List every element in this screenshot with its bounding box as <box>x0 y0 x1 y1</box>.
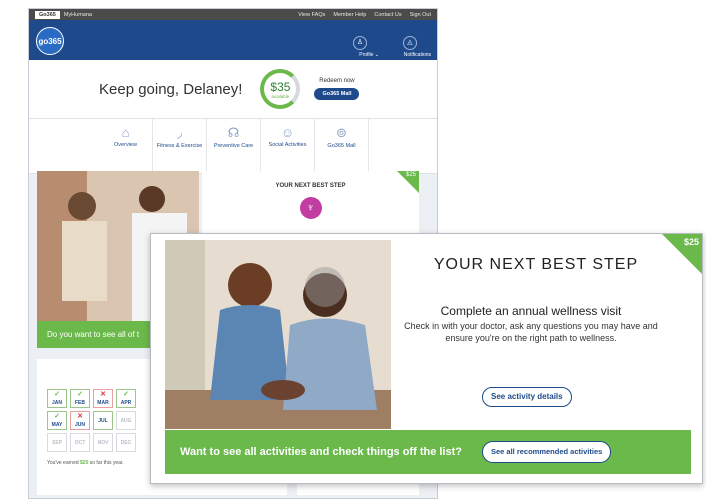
home-icon: ⌂ <box>121 125 130 140</box>
stethoscope-icon: ♆ <box>299 197 322 219</box>
available-amount: $35 <box>270 79 291 94</box>
tab-myhumana[interactable]: MyHumana <box>64 12 92 18</box>
brand-header: go365 ♙ ◬ Profile ⌄ Notifications <box>29 20 437 60</box>
contact-us-link[interactable]: Contact Us <box>374 12 401 18</box>
nurse-patient-photo <box>165 240 391 429</box>
banner-text: Want to see all activities and check thi… <box>180 446 462 458</box>
greeting: Keep going, Delaney! <box>99 80 243 98</box>
bell-icon[interactable]: ◬ <box>403 36 417 50</box>
month-tile[interactable]: ✓ JAN <box>47 389 67 408</box>
activity-description: Check in with your doctor, ask any quest… <box>404 321 658 343</box>
month-tile[interactable]: ✓ APR <box>116 389 136 408</box>
month-tile: AUG <box>116 411 136 430</box>
recommended-activities-banner: Want to see all activities and check thi… <box>165 430 691 474</box>
next-best-step-card: $25 YOUR NEXT BEST STEP Complete an annu… <box>150 233 703 484</box>
reward-flag: $25 <box>397 171 419 193</box>
nav-fitness[interactable]: ◞ Fitness & Exercise <box>153 119 207 173</box>
people-icon: ☺ <box>280 125 295 140</box>
category-nav: ⌂ Overview ◞ Fitness & Exercise ☊ Preventiv… <box>29 119 437 174</box>
greeting-banner: Keep going, Delaney! $35 available Redee… <box>29 60 437 119</box>
profile-label[interactable]: Profile ⌄ <box>359 52 379 58</box>
nav-overview[interactable]: ⌂ Overview <box>99 119 153 173</box>
month-grid: ✓ JAN ✓ FEB ✕ MAR ✓ APR ✓ MAY ✕ JUN JUL AUG SE… <box>47 389 136 452</box>
available-label: available <box>271 93 290 99</box>
earned-text: You've earned $20 so far this year. <box>47 460 124 466</box>
profile-icon[interactable]: ♙ <box>353 36 367 50</box>
month-tile[interactable]: ✓ FEB <box>70 389 90 408</box>
go365-mall-button[interactable]: Go365 Mall <box>314 88 360 100</box>
member-help-link[interactable]: Member Help <box>333 12 366 18</box>
card-title: YOUR NEXT BEST STEP <box>433 256 639 273</box>
notifications-label[interactable]: Notifications <box>404 52 431 58</box>
go365-logo[interactable]: go365 <box>36 27 64 55</box>
view-faqs-link[interactable]: View FAQs <box>298 12 325 18</box>
month-tile: SEP <box>47 433 67 452</box>
nav-go365-mall[interactable]: ⊚ Go365 Mall <box>315 119 369 173</box>
nav-preventive-care[interactable]: ☊ Preventive Care <box>207 119 261 173</box>
see-all-recommended-button[interactable]: See all recommended activities <box>481 441 612 463</box>
next-step-title: YOUR NEXT BEST STEP <box>275 183 346 189</box>
stethoscope-icon: ☊ <box>227 125 240 140</box>
redeem-block: Redeem now Go365 Mall <box>314 78 360 100</box>
sign-out-link[interactable]: Sign Out <box>410 12 431 18</box>
points-ring: $35 available <box>260 69 301 109</box>
bag-icon: ⊚ <box>336 125 347 140</box>
activity-name: Complete an annual wellness visit <box>440 304 622 318</box>
month-tile[interactable]: ✕ JUN <box>70 411 90 430</box>
see-activity-details-button[interactable]: See activity details <box>482 387 572 407</box>
reward-flag: $25 <box>662 234 702 274</box>
nav-social[interactable]: ☺ Social Activities <box>261 119 315 173</box>
month-tile: OCT <box>70 433 90 452</box>
utility-bar: Go365 MyHumana View FAQs Member Help Con… <box>29 9 437 20</box>
month-tile[interactable]: ✕ MAR <box>93 389 113 408</box>
redeem-label: Redeem now <box>319 78 355 84</box>
shoe-icon: ◞ <box>176 125 183 140</box>
tab-go365[interactable]: Go365 <box>35 10 60 19</box>
month-tile[interactable]: ✓ MAY <box>47 411 67 430</box>
month-tile: NOV <box>93 433 113 452</box>
month-tile[interactable]: JUL <box>93 411 113 430</box>
month-tile: DEC <box>116 433 136 452</box>
